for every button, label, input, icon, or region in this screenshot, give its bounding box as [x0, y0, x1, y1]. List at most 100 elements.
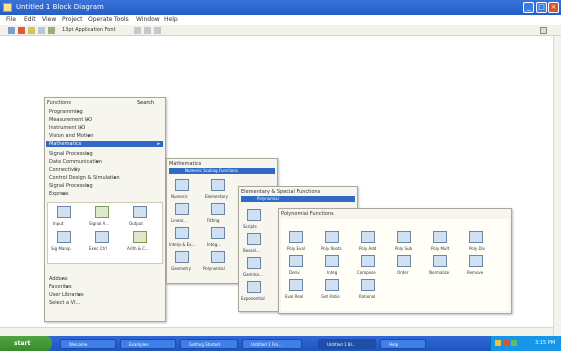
- system-tray: 3:15 PM: [490, 336, 561, 351]
- palette-item-connectivity[interactable]: Connectivity ▸: [49, 167, 80, 173]
- input-icon[interactable]: [57, 206, 71, 218]
- fitting-icon[interactable]: [211, 203, 225, 215]
- menu-project[interactable]: Project: [62, 16, 83, 23]
- polynomial-palette-title: Polynomial Functions: [281, 211, 334, 217]
- linear-algebra-label: Linear...: [171, 218, 187, 223]
- compose-icon[interactable]: [361, 255, 375, 267]
- normalize-label: Normalize: [429, 270, 450, 275]
- bessel-icon[interactable]: [247, 233, 261, 245]
- functions-palette-title: Functions: [47, 100, 71, 106]
- elementary-selected-item: Polynomial: [257, 196, 279, 201]
- poly-mult-icon[interactable]: [433, 231, 447, 243]
- poly-div-icon[interactable]: [469, 231, 483, 243]
- output-label: Output: [129, 221, 143, 226]
- palette-item-vision-motion[interactable]: Vision and Motion ▸: [49, 133, 93, 139]
- remove-icon[interactable]: [469, 255, 483, 267]
- deriv-icon[interactable]: [289, 255, 303, 267]
- palette-item-programming[interactable]: Programming ▸: [49, 109, 83, 115]
- palette-item-control-design[interactable]: Control Design & Simulation ▸: [49, 175, 120, 181]
- step-icon[interactable]: [48, 27, 55, 34]
- integration-icon[interactable]: [211, 227, 225, 239]
- search-button[interactable]: Search: [137, 100, 154, 106]
- exec-ctrl-label: Exec Ctrl: [89, 246, 107, 251]
- palette-item-data-communication[interactable]: Data Communication ▸: [49, 159, 102, 165]
- poly-eval-icon[interactable]: [289, 231, 303, 243]
- palette-item-express[interactable]: Express ▸: [49, 191, 69, 197]
- horizontal-scrollbar[interactable]: [0, 327, 553, 336]
- geometry-icon[interactable]: [175, 251, 189, 263]
- mathematics-palette-title: Mathematics: [169, 161, 202, 167]
- palette-item-measurement-io[interactable]: Measurement I/O ▸: [49, 117, 92, 123]
- close-button[interactable]: ×: [548, 2, 559, 13]
- sig-manip-icon[interactable]: [57, 231, 71, 243]
- numeric-label: Numeric: [171, 194, 188, 199]
- menu-file[interactable]: File: [6, 16, 16, 23]
- scripts-icon[interactable]: [247, 209, 261, 221]
- menu-window[interactable]: Window: [136, 16, 160, 23]
- pause-icon[interactable]: [28, 27, 35, 34]
- palette-item-instrument-io[interactable]: Instrument I/O ▸: [49, 125, 85, 131]
- polynomial-icon[interactable]: [211, 251, 225, 263]
- task-block-diagram[interactable]: Untitled 1 Bl...: [318, 339, 376, 349]
- input-label: Input: [53, 221, 64, 226]
- task-help[interactable]: Help: [380, 339, 426, 349]
- menu-help[interactable]: Help: [164, 16, 178, 23]
- menu-tools[interactable]: Tools: [114, 16, 129, 23]
- align-icon[interactable]: [134, 27, 141, 34]
- elementary-label: Elementary: [205, 194, 229, 199]
- interpolation-icon[interactable]: [175, 227, 189, 239]
- palette-item-addons[interactable]: Addons ▸: [49, 276, 68, 282]
- order-icon[interactable]: [397, 255, 411, 267]
- elementary-palette-title: Elementary & Special Functions: [241, 189, 321, 195]
- distribute-icon[interactable]: [144, 27, 151, 34]
- tray-icon-2[interactable]: [503, 340, 509, 346]
- gamma-icon[interactable]: [247, 257, 261, 269]
- poly-add-icon[interactable]: [361, 231, 375, 243]
- tray-icon-1[interactable]: [495, 340, 501, 346]
- vertical-scrollbar[interactable]: [553, 36, 561, 336]
- menu-view[interactable]: View: [42, 16, 56, 23]
- normalize-icon[interactable]: [433, 255, 447, 267]
- minimize-button[interactable]: _: [523, 2, 534, 13]
- exponential-icon[interactable]: [247, 281, 261, 293]
- exec-ctrl-icon[interactable]: [95, 231, 109, 243]
- integ-icon[interactable]: [325, 255, 339, 267]
- maximize-button[interactable]: □: [536, 2, 547, 13]
- arith-compare-icon[interactable]: [133, 231, 147, 243]
- palette-item-select-vi[interactable]: Select a VI...: [49, 300, 80, 306]
- tray-icon-3[interactable]: [511, 340, 517, 346]
- font-selector[interactable]: 13pt Application Font: [62, 27, 116, 33]
- poly-sub-icon[interactable]: [397, 231, 411, 243]
- menu-operate[interactable]: Operate: [88, 16, 112, 23]
- output-icon[interactable]: [133, 206, 147, 218]
- menu-edit[interactable]: Edit: [24, 16, 36, 23]
- task-getting-started[interactable]: Getting Started: [180, 339, 238, 349]
- start-button[interactable]: start: [0, 336, 52, 351]
- bessel-label: Bessel...: [243, 248, 260, 253]
- arith-compare-label: Arith & C...: [127, 246, 149, 251]
- palette-item-signal-processing[interactable]: Signal Processing ▸: [49, 151, 93, 157]
- task-front-panel[interactable]: Untitled 1 Fro...: [242, 339, 302, 349]
- eval-real-icon[interactable]: [289, 279, 303, 291]
- palette-item-signal-processing-2[interactable]: Signal Processing ▸: [49, 183, 93, 189]
- linear-algebra-icon[interactable]: [175, 203, 189, 215]
- palette-item-user-libraries[interactable]: User Libraries ▸: [49, 292, 84, 298]
- order-label: Order: [397, 270, 409, 275]
- context-help-icon[interactable]: [540, 27, 547, 34]
- rational-icon[interactable]: [361, 279, 375, 291]
- run-arrow-icon[interactable]: [8, 27, 15, 34]
- numeric-icon[interactable]: [175, 179, 189, 191]
- geometry-label: Geometry: [171, 266, 191, 271]
- palette-item-mathematics[interactable]: Mathematics ▸: [46, 141, 163, 147]
- highlight-icon[interactable]: [38, 27, 45, 34]
- reorder-icon[interactable]: [154, 27, 161, 34]
- signal-analysis-icon[interactable]: [95, 206, 109, 218]
- task-examples[interactable]: Examples: [120, 339, 176, 349]
- get-ratio-icon[interactable]: [325, 279, 339, 291]
- poly-mult-label: Poly Mult: [431, 246, 450, 251]
- palette-item-favorites[interactable]: Favorites ▸: [49, 284, 72, 290]
- poly-roots-icon[interactable]: [325, 231, 339, 243]
- elementary-icon[interactable]: [211, 179, 225, 191]
- task-welcome[interactable]: Welcome: [60, 339, 116, 349]
- abort-icon[interactable]: [18, 27, 25, 34]
